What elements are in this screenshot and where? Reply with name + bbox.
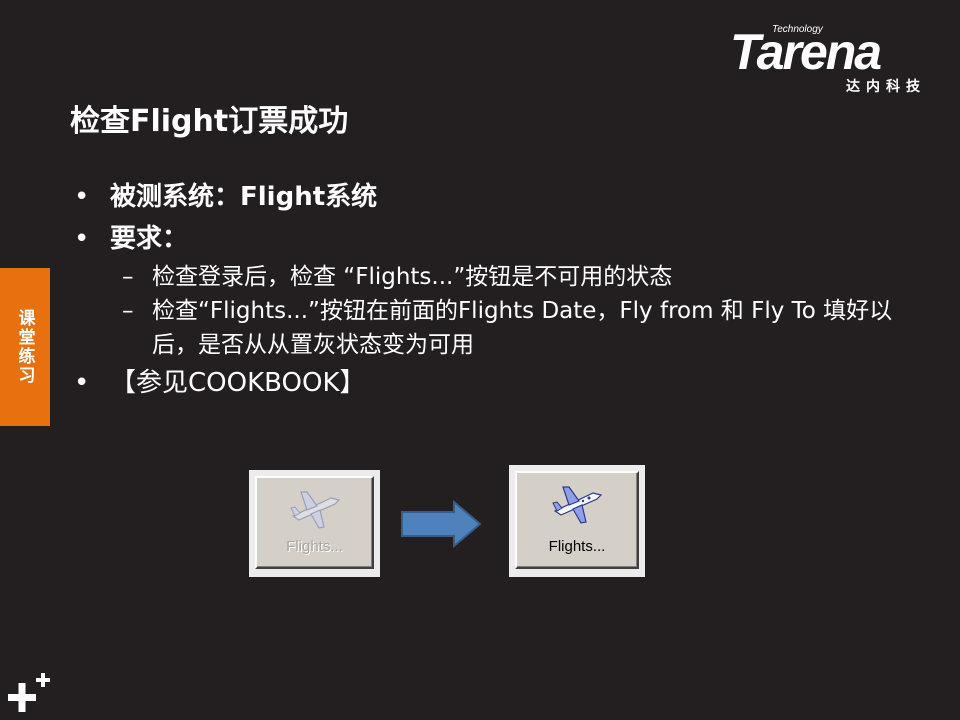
flights-button-enabled[interactable]: Flights... xyxy=(515,471,639,569)
logo-wordmark: Tarena xyxy=(730,24,882,80)
side-tab: 课堂练习 xyxy=(0,268,50,426)
side-tab-label: 课堂练习 xyxy=(14,309,35,385)
flights-button-disabled-label: Flights... xyxy=(286,538,343,555)
sub-bullet-2-text: 检查“Flights...”按钮在前面的Flights Date，Fly fro… xyxy=(152,298,893,358)
airplane-icon xyxy=(289,491,340,529)
flights-button-disabled[interactable]: Flights... xyxy=(255,476,374,569)
right-arrow-icon xyxy=(401,500,482,548)
screenshot-enabled-button: Flights... xyxy=(509,465,645,577)
plus-decoration-icon xyxy=(8,673,50,712)
screenshot-disabled-button: Flights... xyxy=(249,470,380,577)
bullet-list: 被测系统：Flight系统 要求： – 检查登录后，检查 “Flights...… xyxy=(70,176,930,404)
airplane-icon xyxy=(552,486,603,524)
sub-bullet-2: – 检查“Flights...”按钮在前面的Flights Date，Fly f… xyxy=(70,294,922,362)
tarena-logo: Technology Tarena 达内科技 xyxy=(730,24,930,96)
bullet-reference: 【参见COOKBOOK】 xyxy=(70,362,930,404)
dash-marker: – xyxy=(122,298,134,324)
sub-bullet-1-text: 检查登录后，检查 “Flights...”按钮是不可用的状态 xyxy=(152,264,673,290)
dash-marker: – xyxy=(122,264,134,290)
sub-bullet-1: – 检查登录后，检查 “Flights...”按钮是不可用的状态 xyxy=(70,260,930,294)
bullet-requirement: 要求： xyxy=(70,218,930,260)
slide-title: 检查Flight订票成功 xyxy=(70,104,349,139)
logo-chinese-name: 达内科技 xyxy=(846,79,926,95)
flights-button-enabled-label: Flights... xyxy=(548,538,606,555)
bullet-system: 被测系统：Flight系统 xyxy=(70,176,930,218)
